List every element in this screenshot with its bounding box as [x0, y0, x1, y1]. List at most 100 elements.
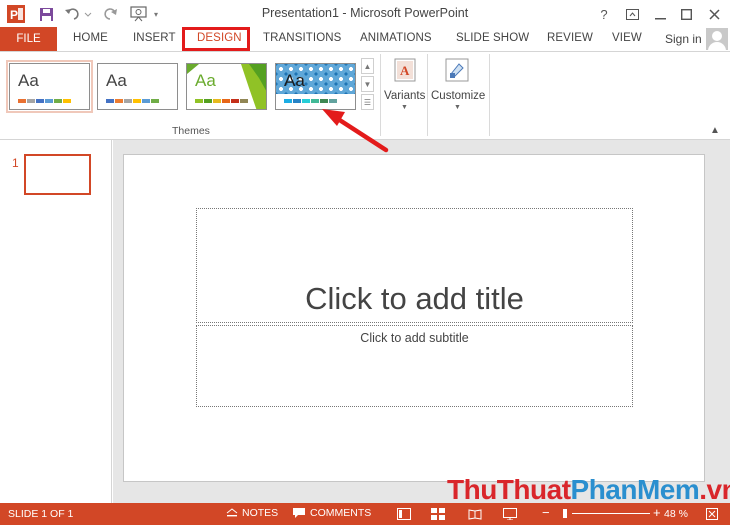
theme-swatch [284, 99, 292, 103]
theme-swatch [320, 99, 328, 103]
theme-swatch [204, 99, 212, 103]
theme-swatch [27, 99, 35, 103]
themes-group-label: Themes [172, 125, 210, 137]
tab-home[interactable]: HOME [73, 32, 108, 44]
zoom-out-button[interactable]: − [542, 505, 550, 520]
slide-show-icon [503, 508, 517, 520]
title-placeholder[interactable]: Click to add title [196, 208, 633, 323]
normal-view-icon [397, 508, 411, 520]
close-button[interactable] [701, 4, 727, 24]
avatar-head [712, 31, 722, 41]
group-divider [427, 54, 428, 136]
theme-swatch [231, 99, 239, 103]
theme-swatch [142, 99, 150, 103]
theme-swatch [213, 99, 221, 103]
ribbon-display-options-button[interactable] [619, 4, 645, 24]
minimize-button[interactable] [647, 4, 673, 24]
tab-transitions[interactable]: TRANSITIONS [263, 32, 341, 44]
fit-slide-button[interactable] [704, 506, 720, 522]
theme-swatch [222, 99, 230, 103]
help-button[interactable]: ? [591, 4, 617, 24]
slide-count: SLIDE 1 OF 1 [8, 508, 74, 520]
zoom-slider-thumb[interactable] [563, 509, 567, 518]
theme-preview-text: Aa [284, 71, 305, 90]
themes-more-button[interactable]: ☰ [361, 94, 374, 110]
watermark-part-2: PhanMem [570, 474, 700, 505]
theme-preview-text: Aa [18, 71, 39, 90]
watermark-part-1: ThuThuat [447, 474, 571, 505]
close-icon [708, 8, 720, 20]
slide-sorter-icon [431, 508, 445, 520]
svg-text:A: A [400, 63, 410, 78]
subtitle-placeholder[interactable]: Click to add subtitle [196, 325, 633, 407]
theme-swatch [115, 99, 123, 103]
reading-view-icon [468, 509, 482, 520]
comments-button[interactable]: COMMENTS [292, 507, 371, 519]
variants-icon[interactable]: A [393, 57, 417, 83]
theme-color-swatches [18, 99, 72, 103]
theme-swatch [63, 99, 71, 103]
group-divider [489, 54, 490, 136]
ribbon: Aa Aa Aa Aa ▲ ▼ ☰ A Variants ▼ Customize… [0, 51, 730, 140]
zoom-in-button[interactable]: + [653, 505, 661, 520]
customize-button[interactable]: Customize [431, 90, 485, 102]
theme-integral[interactable]: Aa [275, 63, 356, 110]
notes-label: NOTES [242, 507, 279, 519]
ribbon-tab-bar: FILE HOME INSERT DESIGN TRANSITIONS ANIM… [0, 27, 730, 51]
customize-icon[interactable] [445, 57, 469, 83]
slide-thumbnail[interactable] [24, 154, 91, 195]
tab-insert[interactable]: INSERT [133, 32, 176, 44]
status-bar: SLIDE 1 OF 1 NOTES COMMENTS − + 48 % [0, 503, 730, 525]
tab-file[interactable]: FILE [0, 27, 57, 51]
themes-scroll-up-button[interactable]: ▲ [361, 58, 374, 74]
theme-swatch [133, 99, 141, 103]
reading-view-button[interactable] [467, 506, 483, 522]
tab-slide-show[interactable]: SLIDE SHOW [456, 32, 529, 44]
theme-swatch [293, 99, 301, 103]
tab-view[interactable]: VIEW [612, 32, 642, 44]
theme-color-swatches [195, 99, 249, 103]
variants-button[interactable]: Variants [384, 90, 425, 102]
theme-office-2[interactable]: Aa [97, 63, 178, 110]
tab-review[interactable]: REVIEW [547, 32, 593, 44]
design-tab-highlight-box [182, 27, 250, 51]
theme-office[interactable]: Aa [6, 60, 93, 113]
theme-swatch [124, 99, 132, 103]
watermark-part-3: .vn [699, 474, 730, 505]
title-placeholder-text: Click to add title [305, 281, 524, 316]
zoom-level[interactable]: 48 % [664, 508, 688, 520]
comments-label: COMMENTS [310, 507, 372, 519]
account-avatar[interactable] [706, 28, 728, 50]
theme-color-swatches [106, 99, 160, 103]
theme-preview-text: Aa [195, 71, 216, 90]
theme-color-swatches [284, 99, 338, 103]
theme-swatch [106, 99, 114, 103]
ribbon-display-icon [625, 8, 639, 20]
theme-facet[interactable]: Aa [186, 63, 267, 110]
sign-in-link[interactable]: Sign in [665, 32, 702, 46]
variants-dropdown-icon[interactable]: ▼ [401, 104, 408, 111]
slides-thumbnail-pane: 1 [0, 140, 112, 503]
theme-preview-text: Aa [106, 71, 127, 90]
themes-scroll-down-button[interactable]: ▼ [361, 76, 374, 92]
theme-swatch [240, 99, 248, 103]
theme-swatch [195, 99, 203, 103]
collapse-ribbon-icon[interactable]: ▲ [710, 125, 720, 136]
theme-swatch [18, 99, 26, 103]
group-divider [380, 54, 381, 136]
minimize-icon [654, 17, 666, 19]
tab-animations[interactable]: ANIMATIONS [360, 32, 432, 44]
zoom-slider[interactable] [572, 513, 650, 514]
slide-sorter-view-button[interactable] [430, 506, 446, 522]
normal-view-button[interactable] [396, 506, 412, 522]
more-icon: ☰ [363, 97, 372, 107]
maximize-button[interactable] [673, 4, 699, 24]
theme-swatch [45, 99, 53, 103]
theme-swatch [36, 99, 44, 103]
theme-swatch [54, 99, 62, 103]
slide-number: 1 [12, 156, 19, 170]
customize-dropdown-icon[interactable]: ▼ [454, 104, 461, 111]
notes-button[interactable]: NOTES [226, 507, 278, 519]
slide-show-view-button[interactable] [502, 506, 518, 522]
help-label: ? [600, 6, 608, 22]
